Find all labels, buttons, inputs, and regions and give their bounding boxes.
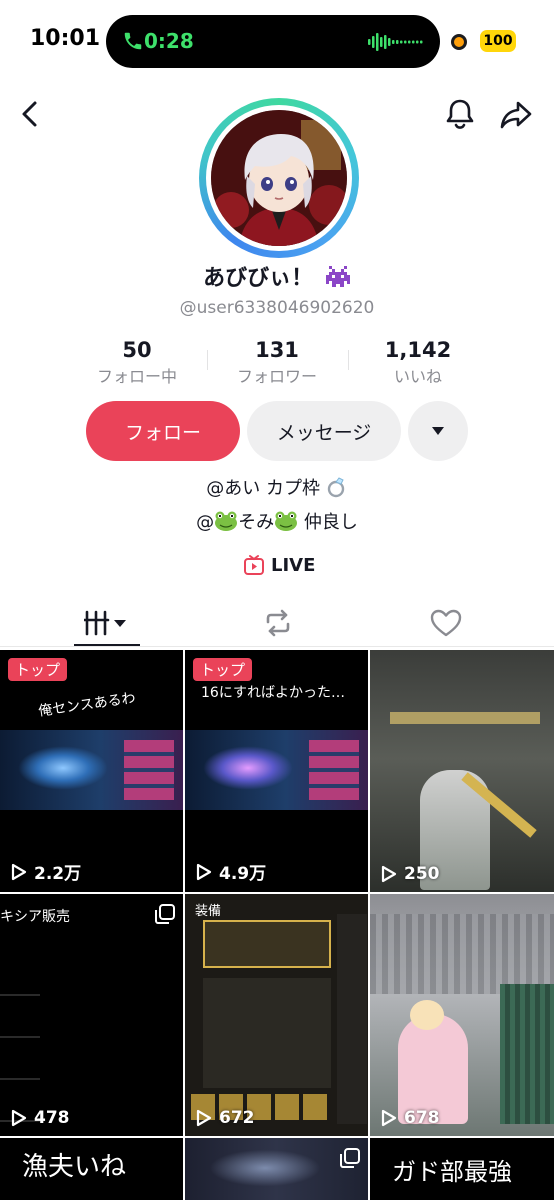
play-icon bbox=[196, 863, 212, 880]
following-count: 50 bbox=[122, 338, 152, 362]
following-label: フォロー中 bbox=[96, 367, 177, 386]
view-count-text: 2.2万 bbox=[34, 864, 82, 884]
video-tile[interactable]: トップ 俺センスあるわ 2.2万 bbox=[0, 650, 183, 892]
play-icon bbox=[381, 865, 397, 883]
bio-text: @ bbox=[196, 512, 215, 533]
video-caption: 俺センスあるわ bbox=[37, 690, 137, 720]
live-link[interactable]: LIVE bbox=[243, 552, 315, 578]
pinned-badge: トップ bbox=[193, 658, 253, 681]
video-caption: 装備 bbox=[195, 904, 222, 919]
tab-reposts[interactable] bbox=[256, 600, 300, 646]
divider bbox=[0, 646, 554, 647]
space-invader-icon bbox=[325, 266, 350, 287]
frog-icon bbox=[275, 511, 298, 531]
active-call-pill[interactable]: 0:28 bbox=[106, 15, 440, 68]
view-count-text: 678 bbox=[404, 1108, 440, 1128]
live-tv-icon bbox=[244, 555, 264, 575]
ring-icon bbox=[327, 477, 344, 498]
frog-icon bbox=[215, 511, 238, 531]
bio-text: そみ bbox=[238, 512, 275, 533]
video-tile[interactable]: 装備 672 bbox=[185, 894, 368, 1136]
status-time: 10:01 bbox=[30, 26, 101, 51]
view-count: 2.2万 bbox=[10, 859, 81, 884]
tab-videos[interactable] bbox=[74, 600, 140, 646]
privacy-indicator-dot bbox=[451, 34, 467, 50]
display-name: あびびぃ！ bbox=[0, 260, 554, 292]
username: @user6338046902620 bbox=[179, 298, 375, 318]
pinned-badge: トップ bbox=[8, 658, 68, 681]
video-tile[interactable] bbox=[185, 1138, 368, 1200]
view-count: 4.9万 bbox=[195, 859, 266, 884]
message-button[interactable]: メッセージ bbox=[247, 401, 401, 461]
battery-indicator: 100 bbox=[480, 30, 516, 52]
repost-icon bbox=[266, 609, 290, 637]
bio-text: 仲良し bbox=[298, 512, 358, 533]
stat-likes[interactable]: 1,142 いいね bbox=[348, 338, 488, 387]
video-caption: キシア販売 bbox=[0, 909, 70, 925]
heart-icon bbox=[430, 609, 462, 637]
view-count: 250 bbox=[380, 864, 440, 884]
tab-liked[interactable] bbox=[424, 600, 468, 646]
play-icon bbox=[196, 1109, 212, 1127]
video-caption: 16にすればよかった… bbox=[201, 685, 345, 701]
follow-button[interactable]: フォロー bbox=[86, 401, 240, 461]
video-tile[interactable]: トップ 16にすればよかった… 4.9万 bbox=[185, 650, 368, 892]
followers-label: フォロワー bbox=[236, 367, 317, 386]
view-count: 678 bbox=[380, 1108, 440, 1128]
display-name-text: あびびぃ！ bbox=[203, 266, 314, 291]
share-icon[interactable] bbox=[498, 96, 534, 132]
multi-photo-icon bbox=[340, 1148, 360, 1168]
live-label: LIVE bbox=[271, 554, 316, 576]
view-count-text: 250 bbox=[404, 864, 440, 884]
video-grid-icon bbox=[84, 610, 126, 636]
video-tile[interactable]: キシア販売 478 bbox=[0, 894, 183, 1136]
video-tile[interactable]: 678 bbox=[370, 894, 554, 1136]
caret-down-icon bbox=[432, 427, 444, 435]
view-count-text: 478 bbox=[34, 1108, 70, 1128]
followers-count: 131 bbox=[255, 338, 299, 362]
avatar[interactable] bbox=[211, 110, 347, 246]
multi-photo-icon bbox=[155, 904, 175, 924]
bio-text: @あい カプ枠 bbox=[206, 478, 320, 499]
video-tile[interactable]: 漁夫いね bbox=[0, 1138, 183, 1200]
audio-waveform-icon bbox=[368, 33, 423, 51]
suggested-accounts-button[interactable] bbox=[408, 401, 468, 461]
phone-icon bbox=[124, 32, 142, 50]
call-timer: 0:28 bbox=[144, 29, 194, 53]
bio-line-2: @ そみ 仲良し bbox=[0, 508, 554, 534]
likes-label: いいね bbox=[393, 367, 442, 386]
video-tile[interactable]: ガド部最強 bbox=[370, 1138, 554, 1200]
view-count-text: 672 bbox=[219, 1108, 255, 1128]
view-count: 672 bbox=[195, 1108, 255, 1128]
likes-count: 1,142 bbox=[384, 338, 452, 362]
play-icon bbox=[381, 1109, 397, 1127]
view-count-text: 4.9万 bbox=[219, 864, 267, 884]
bell-icon[interactable] bbox=[442, 96, 478, 132]
back-icon[interactable] bbox=[14, 96, 50, 132]
play-icon bbox=[11, 1109, 27, 1127]
video-tile[interactable]: 250 bbox=[370, 650, 554, 892]
bio-line-1: @あい カプ枠 bbox=[0, 474, 554, 500]
video-caption: ガド部最強 bbox=[392, 1158, 512, 1186]
stat-following[interactable]: 50 フォロー中 bbox=[67, 338, 207, 387]
stat-followers[interactable]: 131 フォロワー bbox=[207, 338, 347, 387]
video-caption: 漁夫いね bbox=[22, 1152, 127, 1182]
play-icon bbox=[11, 863, 27, 880]
view-count: 478 bbox=[10, 1108, 70, 1128]
avatar-story-ring[interactable] bbox=[199, 98, 359, 258]
